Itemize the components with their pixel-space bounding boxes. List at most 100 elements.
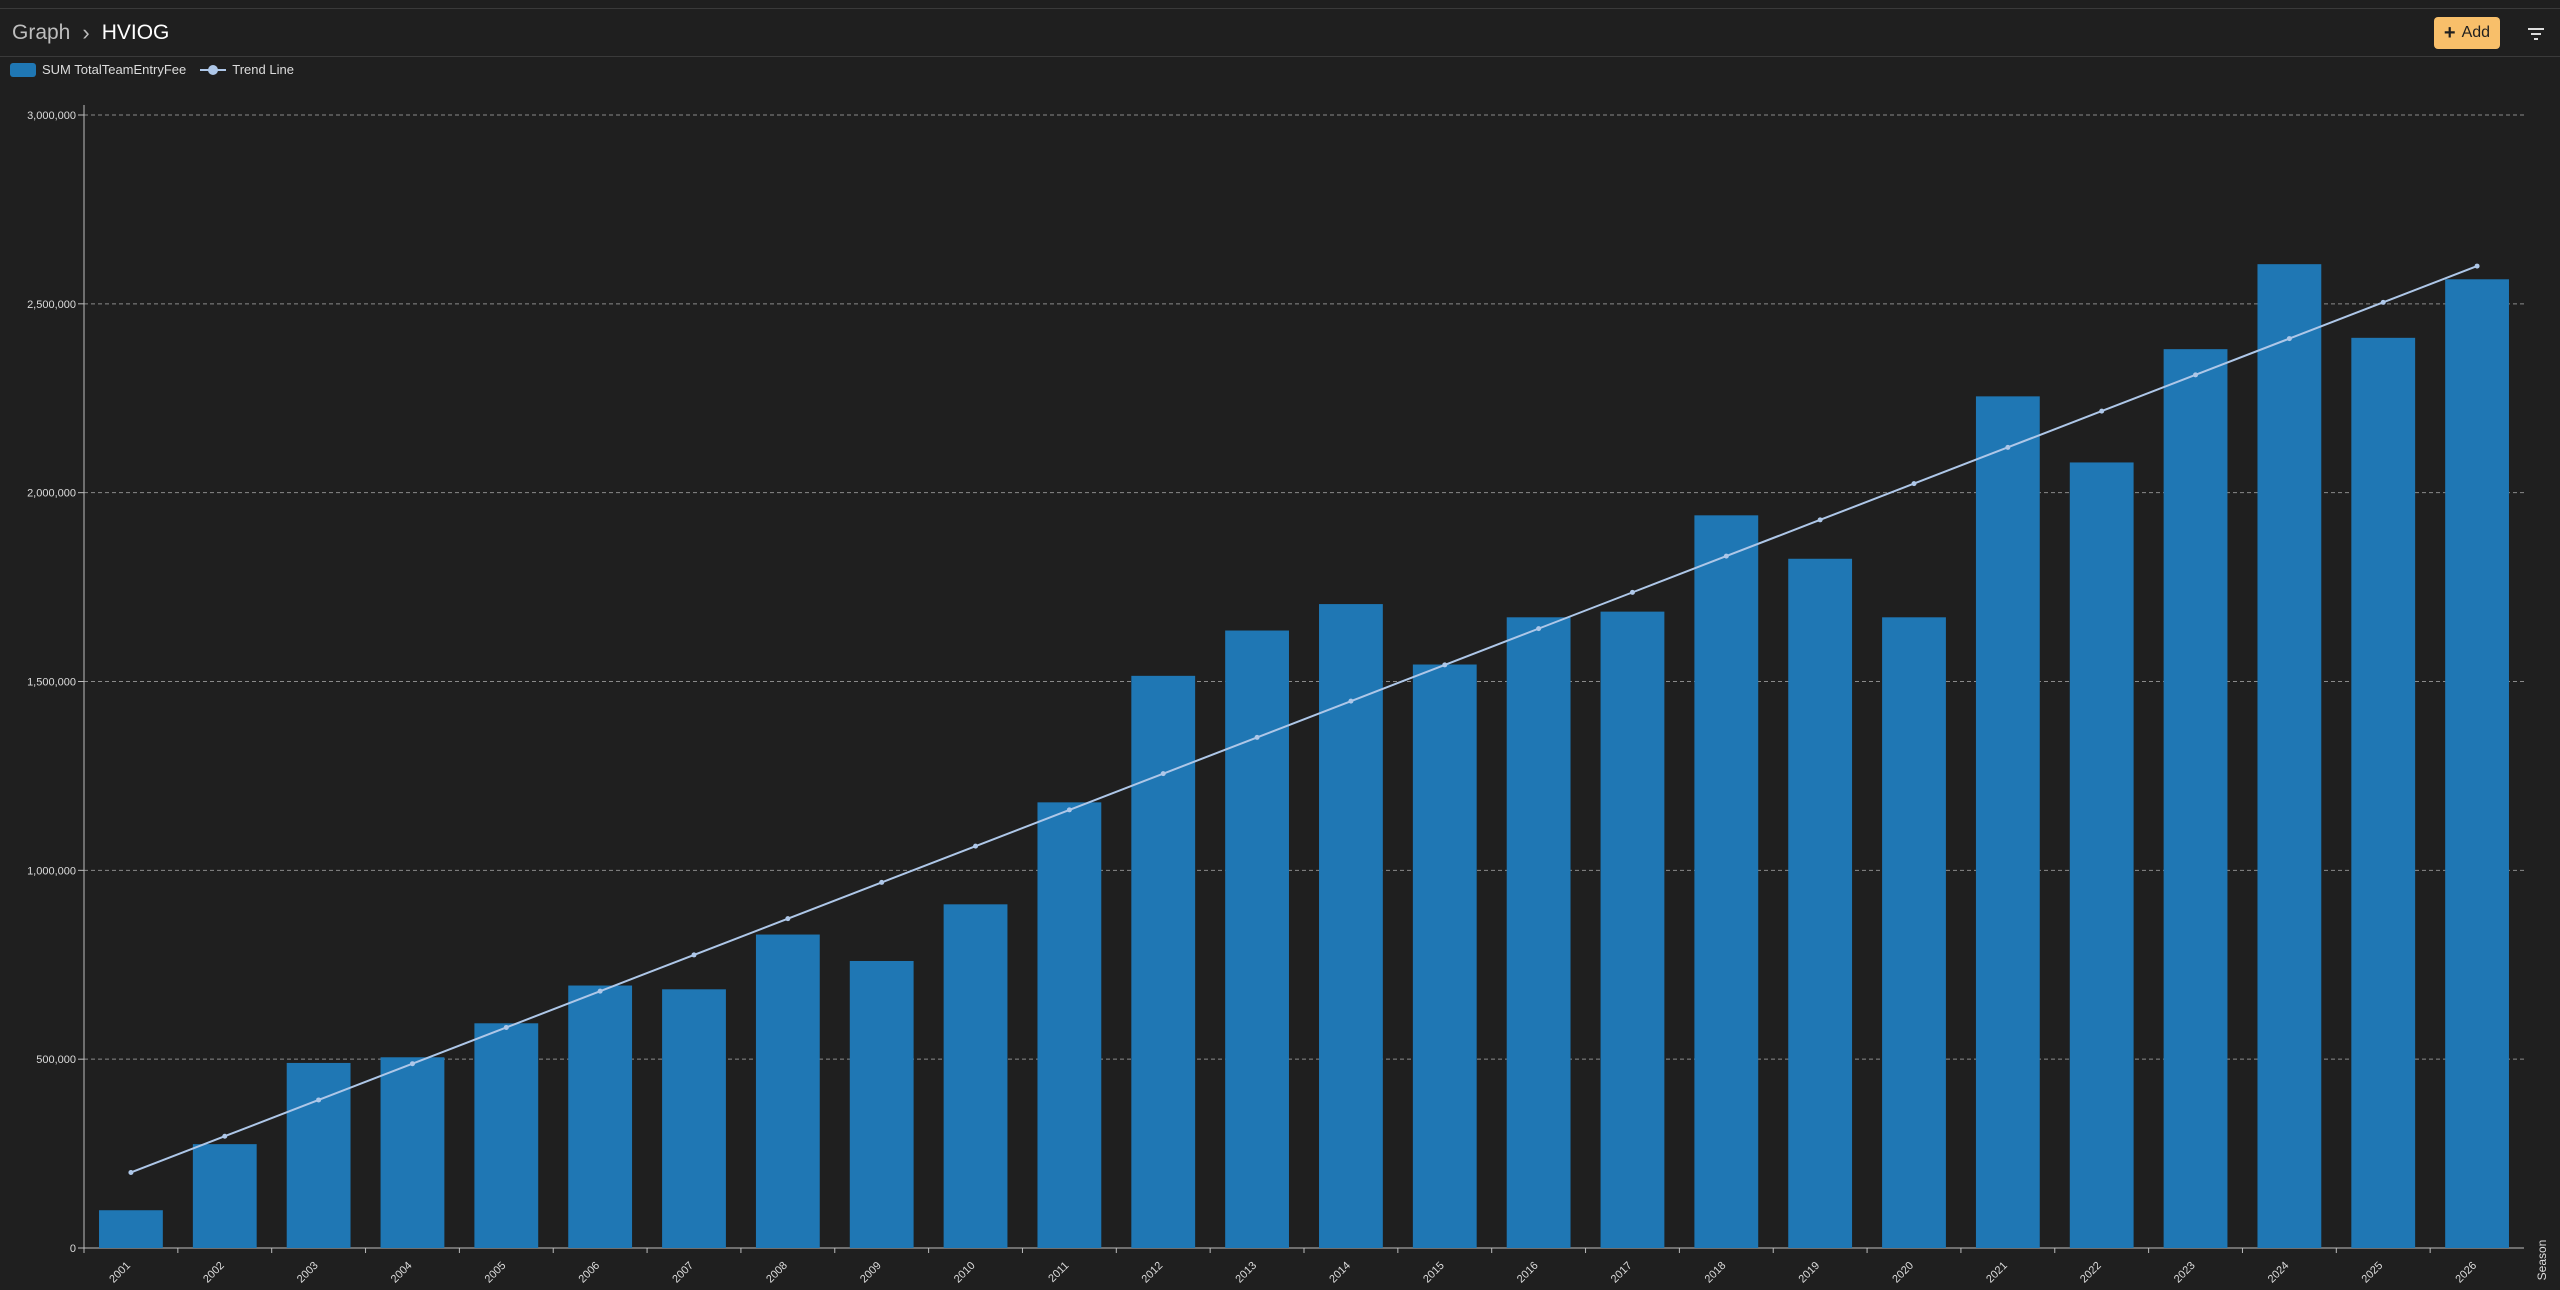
x-tick-label-2019: 2019 bbox=[1796, 1260, 1822, 1286]
x-tick-label-2011: 2011 bbox=[1046, 1260, 1071, 1285]
trend-point-2004 bbox=[409, 1061, 415, 1067]
trend-point-2018 bbox=[1723, 553, 1729, 559]
breadcrumb: Graph › HVIOG bbox=[12, 20, 169, 46]
breadcrumb-root-link[interactable]: Graph bbox=[12, 21, 70, 45]
y-tick-label: 2,500,000 bbox=[27, 299, 76, 311]
x-axis-title: Season bbox=[2535, 1240, 2549, 1281]
x-tick-label-2004: 2004 bbox=[389, 1260, 415, 1286]
trend-point-2006 bbox=[597, 988, 603, 994]
y-tick-label: 1,000,000 bbox=[27, 865, 76, 877]
y-tick-label: 500,000 bbox=[36, 1054, 76, 1066]
bar-2001 bbox=[99, 1210, 163, 1248]
legend-label-bars: SUM TotalTeamEntryFee bbox=[42, 62, 187, 77]
plus-icon: + bbox=[2443, 22, 2456, 44]
trend-point-2017 bbox=[1629, 589, 1635, 595]
trend-point-2023 bbox=[2193, 372, 2199, 378]
x-tick-label-2018: 2018 bbox=[1703, 1260, 1729, 1286]
trend-point-2014 bbox=[1348, 698, 1354, 704]
filter-icon[interactable] bbox=[2524, 23, 2548, 45]
legend-label-trend: Trend Line bbox=[232, 62, 294, 77]
x-tick-label-2008: 2008 bbox=[764, 1260, 790, 1286]
bar-2024 bbox=[2257, 264, 2322, 1248]
trend-point-2010 bbox=[973, 843, 979, 849]
bar-2006 bbox=[568, 985, 633, 1248]
trend-point-2003 bbox=[316, 1097, 322, 1103]
x-tick-label-2001: 2001 bbox=[107, 1260, 133, 1286]
bar-2007 bbox=[662, 989, 726, 1248]
bar-2026 bbox=[2445, 279, 2509, 1248]
x-tick-label-2020: 2020 bbox=[1890, 1260, 1916, 1286]
bar-2012 bbox=[1131, 675, 1196, 1248]
x-tick-label-2024: 2024 bbox=[2266, 1260, 2292, 1286]
bar-2011 bbox=[1037, 802, 1102, 1248]
x-tick-label-2017: 2017 bbox=[1609, 1260, 1635, 1286]
trend-point-2015 bbox=[1442, 662, 1448, 668]
x-tick-label-2002: 2002 bbox=[201, 1260, 227, 1286]
add-button[interactable]: + Add bbox=[2434, 17, 2500, 49]
trend-point-2012 bbox=[1160, 771, 1166, 777]
legend-item-bars[interactable]: SUM TotalTeamEntryFee bbox=[10, 62, 186, 77]
x-tick-label-2012: 2012 bbox=[1140, 1260, 1166, 1286]
y-tick-label: 1,500,000 bbox=[27, 677, 76, 689]
x-tick-label-2021: 2021 bbox=[1984, 1260, 2010, 1286]
x-tick-label-2016: 2016 bbox=[1515, 1260, 1541, 1286]
trend-point-2007 bbox=[691, 952, 697, 958]
chevron-right-icon: › bbox=[82, 20, 90, 45]
x-tick-label-2023: 2023 bbox=[2172, 1260, 2198, 1286]
x-tick-label-2026: 2026 bbox=[2453, 1260, 2479, 1286]
trend-point-2002 bbox=[222, 1133, 228, 1139]
bar-2016 bbox=[1506, 617, 1571, 1248]
bar-2009 bbox=[849, 960, 914, 1248]
bar-2008 bbox=[755, 934, 820, 1248]
x-tick-label-2006: 2006 bbox=[576, 1260, 602, 1286]
trend-point-2011 bbox=[1066, 807, 1072, 813]
trend-point-2019 bbox=[1817, 517, 1823, 523]
x-tick-label-2025: 2025 bbox=[2360, 1260, 2386, 1286]
legend-swatch-bars bbox=[10, 62, 36, 77]
bar-2020 bbox=[1882, 617, 1946, 1248]
bar-2021 bbox=[1975, 396, 2040, 1248]
chart-legend: SUM TotalTeamEntryFee Trend Line bbox=[10, 62, 294, 77]
bar-2019 bbox=[1788, 558, 1853, 1248]
trend-point-2013 bbox=[1254, 734, 1260, 740]
top-strip bbox=[0, 0, 2560, 9]
legend-item-trend[interactable]: Trend Line bbox=[200, 62, 294, 77]
y-tick-label: 0 bbox=[70, 1243, 76, 1255]
x-tick-label-2014: 2014 bbox=[1327, 1260, 1353, 1286]
bar-2017 bbox=[1600, 611, 1665, 1248]
bar-2018 bbox=[1694, 515, 1759, 1248]
bar-2023 bbox=[2163, 349, 2228, 1248]
y-tick-label: 2,000,000 bbox=[27, 488, 76, 500]
x-tick-label-2013: 2013 bbox=[1233, 1260, 1259, 1286]
trend-point-2020 bbox=[1911, 481, 1917, 487]
x-tick-label-2003: 2003 bbox=[295, 1260, 321, 1286]
bar-2004 bbox=[380, 1057, 445, 1248]
y-tick-label: 3,000,000 bbox=[27, 110, 76, 122]
trend-point-2008 bbox=[785, 916, 791, 922]
trend-point-2022 bbox=[2099, 408, 2105, 414]
x-tick-label-2022: 2022 bbox=[2078, 1260, 2104, 1286]
trend-point-2024 bbox=[2286, 336, 2292, 342]
bar-chart: 0 500,000 1,000,000 1,500,000 2,000,000 2,500… bbox=[27, 105, 2549, 1286]
trend-point-2005 bbox=[503, 1024, 509, 1030]
bar-2005 bbox=[474, 1023, 539, 1248]
bar-2015 bbox=[1412, 664, 1477, 1248]
x-tick-label-2010: 2010 bbox=[952, 1260, 978, 1286]
x-tick-label-2005: 2005 bbox=[483, 1260, 509, 1286]
x-tick-label-2015: 2015 bbox=[1421, 1260, 1447, 1286]
legend-swatch-trend bbox=[200, 63, 227, 77]
trend-point-2016 bbox=[1536, 626, 1542, 632]
x-tick-label-2009: 2009 bbox=[858, 1260, 884, 1286]
header-bar: Graph › HVIOG + Add bbox=[0, 9, 2560, 57]
bar-2013 bbox=[1225, 630, 1289, 1248]
bar-2025 bbox=[2351, 337, 2416, 1248]
add-button-label: Add bbox=[2461, 24, 2491, 41]
trend-point-2025 bbox=[2380, 299, 2386, 305]
trend-point-2001 bbox=[128, 1169, 134, 1175]
page-title: HVIOG bbox=[101, 21, 170, 44]
bar-2002 bbox=[192, 1144, 257, 1248]
bar-2022 bbox=[2069, 462, 2134, 1248]
x-tick-label-2007: 2007 bbox=[670, 1260, 696, 1286]
trend-point-2009 bbox=[879, 879, 885, 885]
bar-2010 bbox=[943, 904, 1008, 1248]
